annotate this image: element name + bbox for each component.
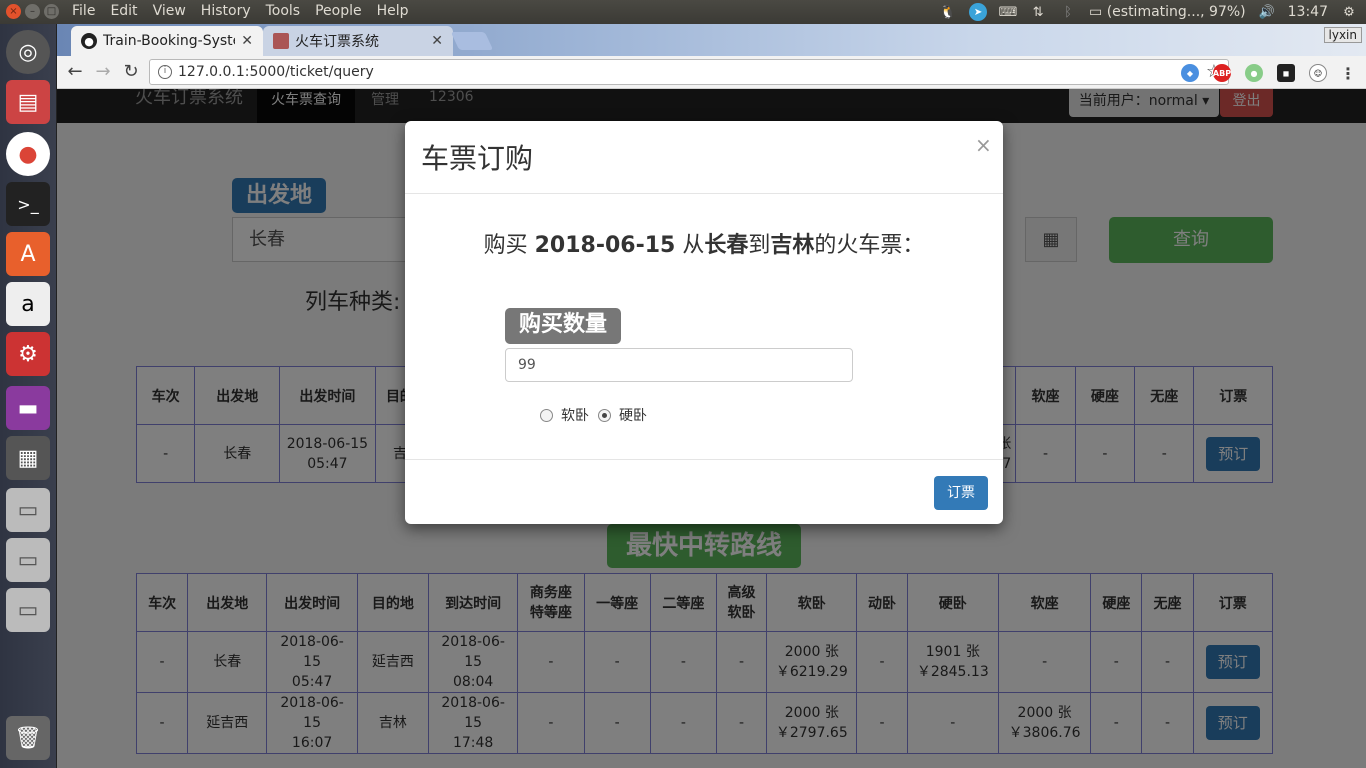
url-text: 127.0.0.1:5000/ticket/query (178, 64, 374, 80)
radio-soft-sleeper[interactable]: 软卧 (540, 405, 589, 425)
tab-title: 火车订票系统 (295, 34, 379, 50)
adblock-icon[interactable]: ABP (1213, 64, 1231, 82)
volume-icon[interactable]: 🔊 (1258, 3, 1276, 21)
trash-icon[interactable]: 🗑 (6, 716, 50, 760)
menu-help[interactable]: Help (377, 3, 409, 19)
app-menu-bar: File Edit View History Tools People Help (72, 3, 409, 19)
close-tab-icon[interactable]: ✕ (431, 33, 443, 49)
menu-view[interactable]: View (153, 3, 186, 19)
site-favicon-icon (273, 33, 289, 49)
forward-arrow-icon[interactable]: → (91, 61, 115, 85)
battery-status[interactable]: ▭ (estimating..., 97%) (1089, 4, 1246, 20)
tab-strip: ● Train-Booking-Syste ✕ 火车订票系统 ✕ lyxin (57, 24, 1366, 56)
modal-title: 车票订购 (421, 142, 534, 175)
extension-icon[interactable]: ◼ (1277, 64, 1295, 82)
os-top-bar: × – □ File Edit View History Tools Peopl… (0, 0, 1366, 24)
msg-to-word: 到 (748, 233, 771, 258)
github-icon: ● (81, 33, 97, 49)
settings-icon[interactable]: ⚙ (6, 332, 50, 376)
address-bar[interactable]: i 127.0.0.1:5000/ticket/query ☆ (149, 59, 1229, 85)
quantity-label: 购买数量 (505, 308, 621, 344)
booking-modal: 车票订购 × 购买 2018-06-15 从长春到吉林的火车票： 购买数量 99… (405, 121, 1003, 524)
gear-icon[interactable]: ⚙ (1340, 3, 1358, 21)
workspace-app-icon[interactable]: ▬ (6, 386, 50, 430)
launcher: ◎ ▤ ● >_ A a ⚙ ▬ ▦ ▭ ▭ ▭ 🗑 (0, 24, 57, 768)
more-menu-icon[interactable]: ⋮ (1339, 64, 1357, 83)
profile-button[interactable]: lyxin (1323, 27, 1362, 43)
msg-to: 吉林 (770, 233, 815, 258)
tab-title: Train-Booking-Syste (103, 33, 236, 49)
divider (405, 459, 1003, 460)
extension-icon[interactable]: ☺ (1309, 64, 1327, 82)
msg-suffix: 的火车票： (814, 233, 925, 258)
network-icon[interactable]: ⇅ (1029, 3, 1047, 21)
menu-edit[interactable]: Edit (110, 3, 137, 19)
quantity-input[interactable]: 99 (505, 348, 853, 382)
drive-icon[interactable]: ▭ (6, 488, 50, 532)
extension-icon[interactable]: ● (1245, 64, 1263, 82)
radio-button[interactable] (598, 408, 611, 422)
msg-date: 2018-06-15 (534, 233, 676, 258)
menu-history[interactable]: History (201, 3, 251, 19)
reload-icon[interactable]: ↻ (119, 61, 143, 85)
system-tray: 🐧 ➤ ⌨ ⇅ ᛒ ▭ (estimating..., 97%) 🔊 13:47… (939, 0, 1366, 24)
drive-icon[interactable]: ▭ (6, 538, 50, 582)
battery-text: (estimating..., 97%) (1106, 4, 1246, 20)
divider (405, 193, 1003, 194)
amazon-icon[interactable]: a (6, 282, 50, 326)
close-tab-icon[interactable]: ✕ (241, 33, 253, 49)
terminal-icon[interactable]: >_ (6, 182, 50, 226)
qq-icon[interactable]: 🐧 (939, 3, 957, 21)
menu-tools[interactable]: Tools (266, 3, 301, 19)
order-button[interactable]: 订票 (934, 476, 988, 510)
menu-people[interactable]: People (315, 3, 362, 19)
new-tab-button[interactable] (450, 32, 494, 50)
telegram-icon[interactable]: ➤ (969, 3, 988, 21)
msg-from-word: 从 (675, 233, 705, 258)
msg-prefix: 购买 (483, 233, 535, 258)
tab-github[interactable]: ● Train-Booking-Syste ✕ (71, 26, 263, 56)
ubuntu-dash-icon[interactable]: ◎ (6, 30, 50, 74)
purchase-message: 购买 2018-06-15 从长春到吉林的火车票： (405, 227, 1003, 259)
clock[interactable]: 13:47 (1288, 4, 1328, 20)
close-window-icon[interactable]: × (6, 4, 21, 19)
radio-button[interactable] (540, 408, 553, 422)
close-icon[interactable]: × (975, 133, 992, 157)
radio-hard-sleeper[interactable]: 硬卧 (598, 405, 647, 425)
maximize-window-icon[interactable]: □ (44, 4, 59, 19)
files-icon[interactable]: ▤ (6, 80, 50, 124)
info-icon[interactable]: i (158, 65, 172, 79)
tab-booking[interactable]: 火车订票系统 ✕ (263, 26, 453, 56)
web-page: 火车订票系统 火车票查询 管理 12306 当前用户：normal ▾ 登出 出… (57, 89, 1366, 768)
msg-from: 长春 (704, 233, 749, 258)
radio-label: 硬卧 (619, 408, 647, 424)
battery-icon: ▭ (1089, 4, 1103, 20)
minimize-window-icon[interactable]: – (25, 4, 40, 19)
workspace-switcher-icon[interactable]: ▦ (6, 436, 50, 480)
browser-toolbar: ← → ↻ i 127.0.0.1:5000/ticket/query ☆ ◆ … (57, 56, 1366, 89)
keyboard-icon[interactable]: ⌨ (999, 3, 1018, 21)
drive-icon[interactable]: ▭ (6, 588, 50, 632)
chrome-icon[interactable]: ● (6, 132, 50, 176)
software-center-icon[interactable]: A (6, 232, 50, 276)
menu-file[interactable]: File (72, 3, 95, 19)
extension-icon[interactable]: ◆ (1181, 64, 1199, 82)
back-arrow-icon[interactable]: ← (63, 61, 87, 85)
bluetooth-icon[interactable]: ᛒ (1059, 3, 1077, 21)
radio-label: 软卧 (561, 408, 589, 424)
